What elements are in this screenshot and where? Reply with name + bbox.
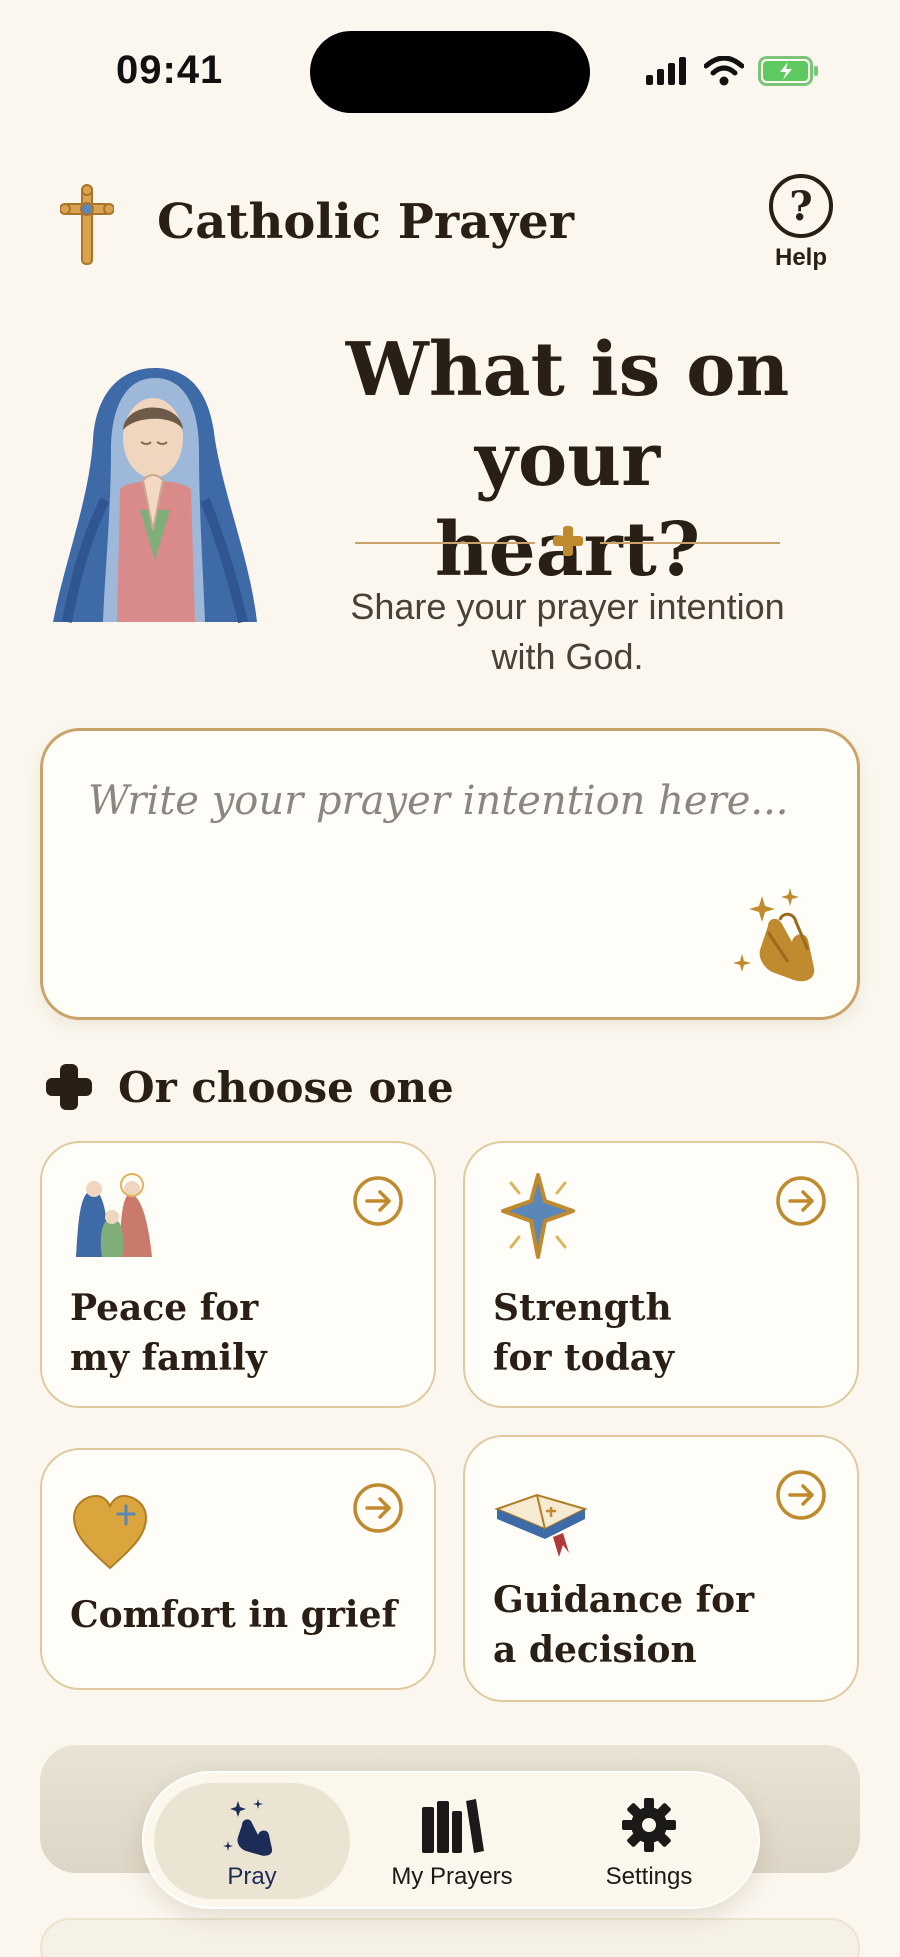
tab-label: My Prayers [391,1863,513,1890]
card-comfort-in-grief[interactable]: Comfort in grief [40,1448,436,1690]
app-header: Catholic Prayer ? Help [0,174,900,280]
hero-title-line-2: your heart? [435,417,700,593]
arrow-right-circle-icon [776,1176,826,1226]
card-label: Guidance for a decision [493,1579,755,1671]
card-label: Strength for today [493,1287,675,1379]
cross-icon [46,1064,92,1110]
card-label: Peace for my family [70,1287,267,1379]
wifi-icon [704,56,744,86]
divider-line-right [600,542,780,544]
choose-heading: Or choose one [44,1062,454,1112]
card-strength-for-today[interactable]: Strength for today [463,1141,859,1408]
praying-hands-sparkle-icon [223,1799,273,1856]
card-guidance-for-decision[interactable]: Guidance for a decision [463,1435,859,1702]
hero-subtitle-line-2: with God. [491,636,644,677]
ornate-cross-icon [60,184,114,265]
arrow-right-circle-icon [353,1483,403,1533]
tab-pray[interactable]: Pray [154,1783,350,1899]
bottom-tab-bar: Pray My Prayers Settings [142,1771,760,1909]
tab-my-prayers[interactable]: My Prayers [354,1783,550,1899]
holy-family-icon [76,1173,152,1257]
status-bar: 09:41 [0,0,900,140]
scroll-preview-card [40,1918,860,1957]
open-bible-icon [494,1493,588,1557]
app-title: Catholic Prayer [157,194,574,250]
gear-icon [622,1798,676,1852]
signal-icon [646,57,686,85]
golden-heart-icon [72,1494,148,1570]
prayer-intention-input[interactable] [88,771,788,831]
tab-label: Settings [605,1863,693,1890]
praying-hands-sparkle-icon[interactable] [728,876,838,986]
ornamental-divider [355,525,780,561]
card-label: Comfort in grief [70,1594,397,1636]
question-mark-icon: ? [769,174,833,238]
status-time: 09:41 [116,48,224,92]
battery-charging-icon [758,56,818,86]
praying-mary-illustration [53,368,257,624]
divider-line-left [355,542,535,544]
card-peace-for-family[interactable]: Peace for my family [40,1141,436,1408]
choose-title: Or choose one [118,1062,454,1112]
hero-subtitle-line-1: Share your prayer intention [350,586,785,627]
help-label: Help [774,244,827,271]
hero-title-line-1: What is on [345,327,790,413]
books-icon [422,1799,484,1853]
tab-label: Pray [227,1863,277,1890]
small-cross-icon [553,526,583,556]
dynamic-island [310,31,590,113]
intention-card [40,728,860,1020]
tab-settings[interactable]: Settings [551,1783,747,1899]
arrow-right-circle-icon [353,1176,403,1226]
help-button[interactable]: ? Help [760,174,842,272]
hero-subtitle: Share your prayer intention with God. [315,582,820,682]
status-icons [646,56,820,86]
arrow-right-circle-icon [776,1470,826,1520]
glowing-cross-icon [501,1173,575,1259]
